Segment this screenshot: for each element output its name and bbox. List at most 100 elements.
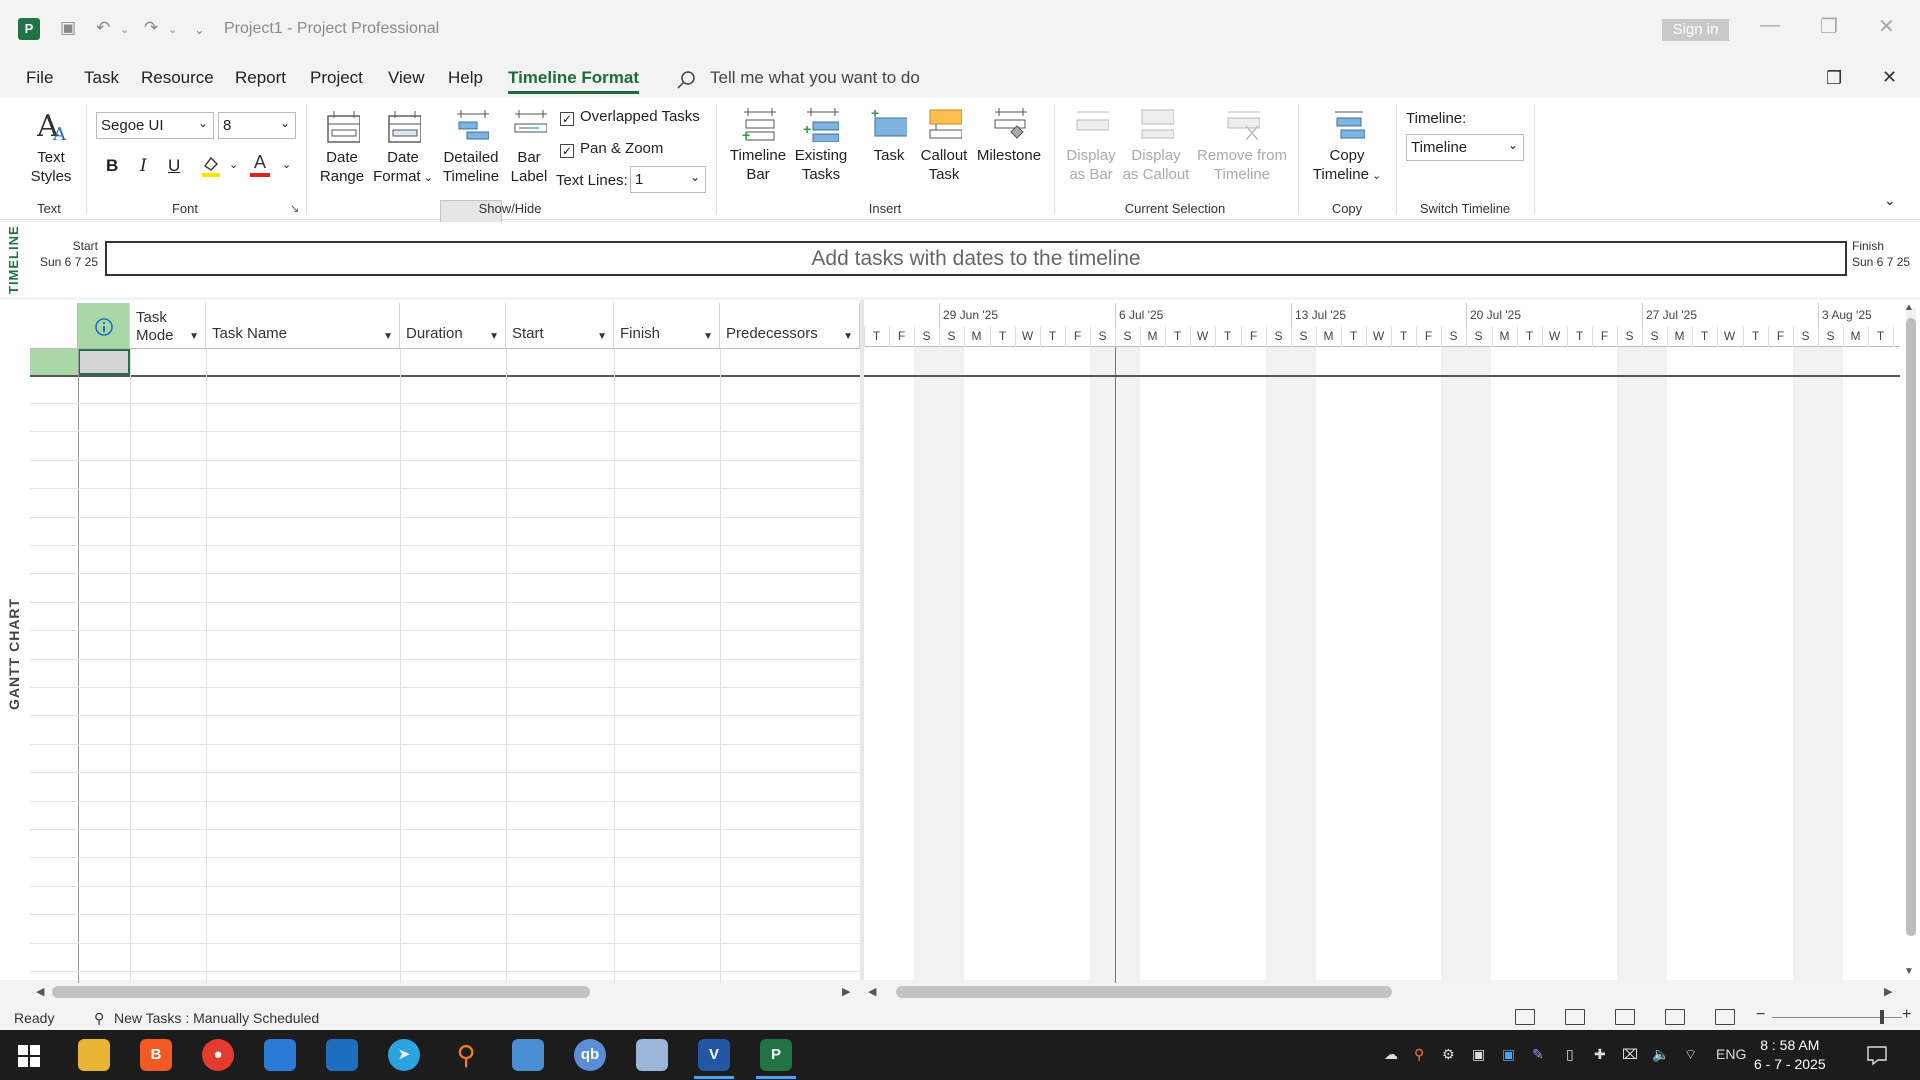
new-tasks-mode[interactable]: New Tasks : Manually Scheduled: [114, 1010, 319, 1026]
tab-project[interactable]: Project: [310, 68, 363, 88]
display-as-bar-button[interactable]: Display as Bar: [1060, 106, 1122, 184]
close-icon[interactable]: ✕: [1878, 14, 1895, 39]
tray-icon-5[interactable]: ⌧: [1622, 1046, 1638, 1063]
language-indicator[interactable]: ENG: [1716, 1046, 1746, 1062]
project-taskbar-icon[interactable]: P: [760, 1039, 792, 1071]
windows-start-icon[interactable]: [18, 1045, 40, 1067]
column-header-predecessors[interactable]: Predecessors ▼: [720, 303, 860, 349]
gantt-view-icon[interactable]: [1515, 1009, 1535, 1025]
undo-icon[interactable]: ↶: [96, 18, 110, 38]
vertical-scrollbar-thumb[interactable]: [1906, 318, 1916, 936]
zoom-out-icon[interactable]: −: [1756, 1006, 1765, 1024]
insert-task-button[interactable]: + Task: [864, 106, 914, 165]
column-header-start[interactable]: Start ▼: [506, 303, 614, 349]
ribbon-display-icon[interactable]: ❐: [1826, 68, 1842, 89]
zoom-in-icon[interactable]: +: [1902, 1006, 1911, 1024]
scroll-up-icon[interactable]: ▲: [1904, 302, 1914, 313]
scroll-left-icon[interactable]: ◀: [36, 985, 44, 998]
tray-icon-3[interactable]: ▣: [1502, 1046, 1515, 1063]
app-icon-book[interactable]: [326, 1039, 358, 1071]
overlapped-tasks-checkbox[interactable]: ✓ Overlapped Tasks: [560, 108, 700, 126]
dropdown-arrow-icon[interactable]: ▼: [703, 331, 713, 342]
font-size-select[interactable]: 8 ⌄: [218, 112, 296, 139]
date-format-button[interactable]: Date Format ⌄: [372, 108, 434, 188]
sheet-horizontal-scrollbar[interactable]: [52, 986, 590, 998]
indicators-column-header[interactable]: [78, 303, 130, 349]
switch-timeline-select[interactable]: Timeline ⌄: [1406, 134, 1524, 161]
tab-timeline-format[interactable]: Timeline Format: [508, 68, 639, 94]
highlight-color-icon[interactable]: [200, 154, 222, 178]
font-dialog-launcher-icon[interactable]: ↘: [290, 202, 299, 215]
restore-icon[interactable]: ❐: [1820, 14, 1838, 39]
tell-me-input[interactable]: Tell me what you want to do: [710, 68, 920, 88]
chart-horizontal-scrollbar[interactable]: [896, 986, 1392, 998]
italic-button[interactable]: I: [140, 156, 147, 176]
detailed-timeline-button[interactable]: Detailed Timeline: [440, 108, 502, 186]
brave-browser-icon[interactable]: B: [140, 1039, 172, 1071]
display-as-callout-button[interactable]: Display as Callout: [1120, 106, 1192, 184]
underline-button[interactable]: U: [168, 156, 180, 176]
font-name-select[interactable]: Segoe UI ⌄: [96, 112, 214, 139]
column-header-duration[interactable]: Duration ▼: [400, 303, 506, 349]
file-explorer-icon[interactable]: [78, 1039, 110, 1071]
active-cell[interactable]: [78, 349, 130, 375]
qb-app-icon[interactable]: qb: [574, 1039, 606, 1071]
callout-task-button[interactable]: Callout Task: [916, 106, 972, 184]
minimize-icon[interactable]: —: [1760, 14, 1780, 37]
bar-label-button[interactable]: Bar Label: [506, 108, 552, 186]
zoom-slider-thumb[interactable]: [1880, 1010, 1884, 1024]
tray-icon-2[interactable]: ▣: [1472, 1046, 1485, 1063]
tab-report[interactable]: Report: [235, 68, 286, 88]
tray-icon-4[interactable]: ✎: [1532, 1046, 1544, 1063]
timeline-bar-area[interactable]: Add tasks with dates to the timeline: [105, 241, 1847, 276]
select-all-corner[interactable]: [30, 303, 78, 349]
column-header-task-mode[interactable]: Task Mode ▼: [130, 303, 206, 349]
telegram-icon[interactable]: ➤: [388, 1039, 420, 1071]
column-header-finish[interactable]: Finish ▼: [614, 303, 720, 349]
copy-timeline-button[interactable]: Copy Timeline ⌄: [1306, 106, 1388, 186]
app-icon-doc[interactable]: [636, 1039, 668, 1071]
tab-file[interactable]: File: [26, 68, 53, 88]
text-styles-button[interactable]: AA Text Styles: [22, 108, 80, 186]
dropdown-arrow-icon[interactable]: ▼: [189, 331, 199, 342]
sign-in-button[interactable]: Sign in: [1662, 19, 1729, 41]
text-lines-select[interactable]: 1 ⌄: [630, 166, 706, 193]
chart-scroll-right-icon[interactable]: ▶: [1884, 985, 1892, 998]
undo-dropdown-icon[interactable]: ⌄: [120, 23, 129, 36]
column-header-task-name[interactable]: Task Name ▼: [206, 303, 400, 349]
row-selector-selected[interactable]: [30, 349, 78, 375]
close-document-icon[interactable]: ✕: [1882, 67, 1897, 88]
redo-dropdown-icon[interactable]: ⌄: [168, 23, 177, 36]
existing-tasks-button[interactable]: + Existing Tasks: [790, 106, 852, 184]
font-color-button[interactable]: A: [254, 152, 266, 173]
visio-icon[interactable]: V: [698, 1039, 730, 1071]
gantt-chart-area[interactable]: TFSSMTWTFSSMTWTFSSMTWTFSSMTWTFSSMTWTFSSM…: [864, 303, 1900, 983]
date-range-button[interactable]: Date Range: [316, 108, 368, 186]
clock[interactable]: 8 : 58 AM 6 - 7 - 2025: [1754, 1036, 1826, 1074]
timeline-bar-button[interactable]: + Timeline Bar: [724, 106, 792, 184]
security-icon[interactable]: ✚: [1594, 1046, 1606, 1063]
dropdown-arrow-icon[interactable]: ▼: [597, 331, 607, 342]
redo-icon[interactable]: ↷: [144, 18, 158, 38]
task-usage-icon[interactable]: [1565, 1009, 1585, 1025]
chart-scroll-left-icon[interactable]: ◀: [868, 985, 876, 998]
app-icon-blue[interactable]: [264, 1039, 296, 1071]
dropdown-arrow-icon[interactable]: ▼: [489, 331, 499, 342]
tab-view[interactable]: View: [388, 68, 425, 88]
remove-from-timeline-button[interactable]: Remove from Timeline: [1192, 106, 1292, 184]
tray-icon-1[interactable]: ⚙: [1442, 1046, 1455, 1063]
app-icon-monitor[interactable]: [512, 1039, 544, 1071]
scroll-down-icon[interactable]: ▼: [1904, 966, 1914, 977]
wifi-icon[interactable]: ⌔: [1684, 1046, 1697, 1064]
save-icon[interactable]: ▣: [60, 18, 76, 38]
tab-help[interactable]: Help: [448, 68, 483, 88]
volume-icon[interactable]: 🔈: [1652, 1046, 1669, 1063]
font-color-dropdown-icon[interactable]: ⌄: [282, 158, 291, 171]
battery-icon[interactable]: ▯: [1566, 1046, 1574, 1063]
milestone-button[interactable]: Milestone: [974, 106, 1044, 165]
bold-button[interactable]: B: [106, 156, 118, 176]
team-planner-icon[interactable]: [1615, 1009, 1635, 1025]
search-app-icon[interactable]: ⚲: [450, 1039, 482, 1071]
tab-task[interactable]: Task: [84, 68, 119, 88]
report-icon[interactable]: [1715, 1009, 1735, 1025]
